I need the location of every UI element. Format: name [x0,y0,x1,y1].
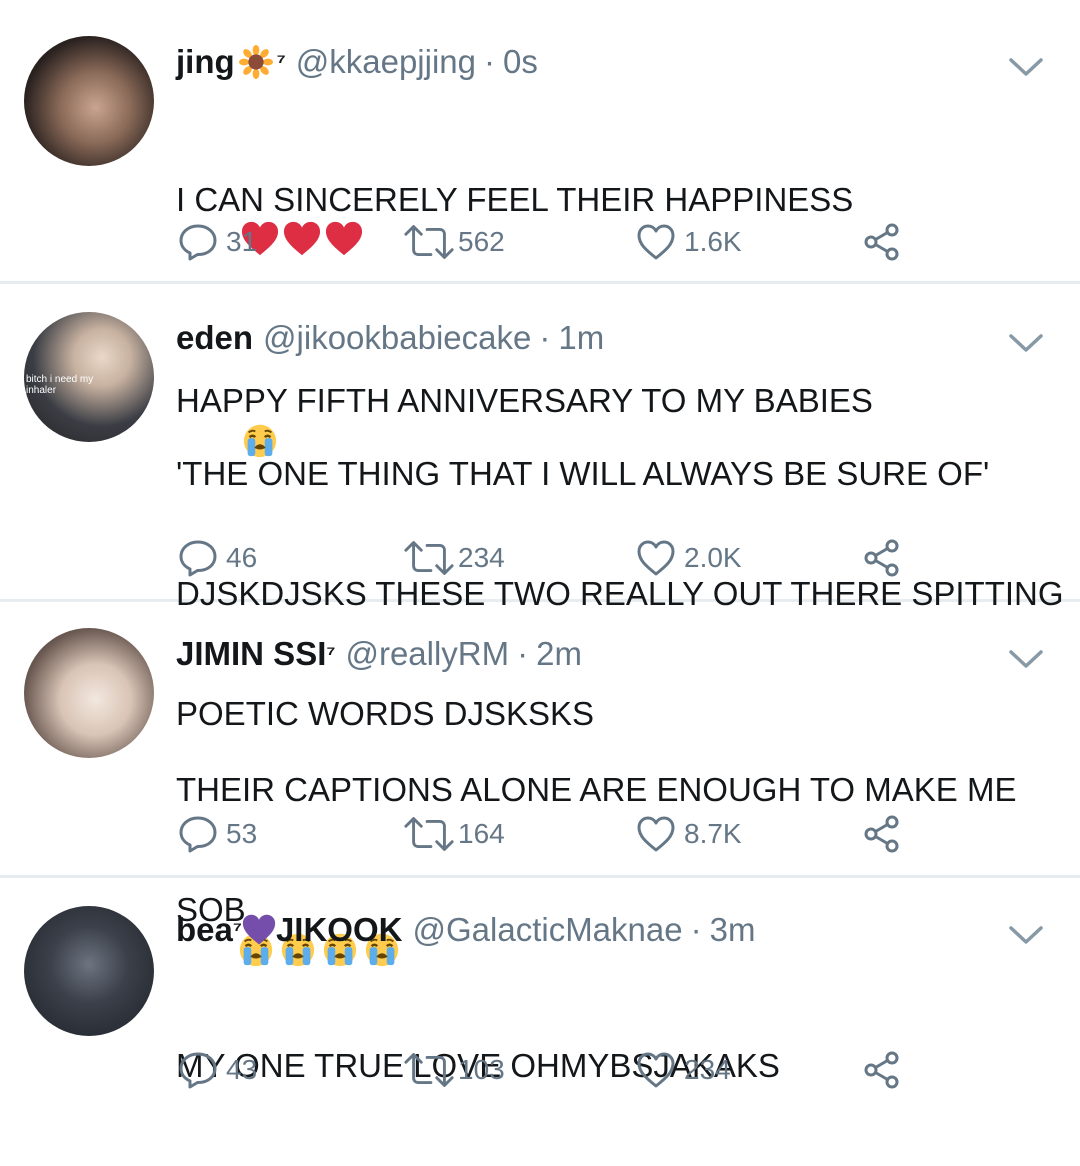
tweet[interactable]: bitch i need my inhaler eden @jikookbabi… [0,284,1080,732]
tweet-line: THEIR CAPTIONS ALONE ARE ENOUGH TO MAKE … [176,771,1017,808]
share-button[interactable] [862,538,902,578]
heart-icon [636,538,676,578]
reply-button[interactable]: 31 [178,222,257,262]
display-name-suffix[interactable]: JIKOOK [276,911,403,949]
like-button[interactable]: 234 [636,1050,731,1090]
separator-dot: · [539,319,551,356]
display-name[interactable]: JIMIN SSI [176,635,326,673]
timestamp[interactable]: 2m [536,635,582,673]
tweet-line: 'THE ONE THING THAT I WILL ALWAYS BE SUR… [176,455,990,492]
retweet-button[interactable]: 103 [402,1050,505,1090]
like-count: 234 [684,1054,731,1085]
handle[interactable]: @GalacticMaknae [412,911,682,949]
retweet-icon [402,1050,456,1090]
display-name[interactable]: eden [176,319,253,357]
avatar[interactable] [24,906,154,1036]
sunflower-emoji [239,45,273,79]
retweet-count: 562 [458,226,505,257]
like-count: 1.6K [684,226,742,257]
reply-icon [178,814,218,854]
share-icon [862,814,902,854]
name-suffix: ⁷ [276,49,286,74]
tweet-header: jing ⁷ @kkaepjjing · 0s [176,42,538,82]
reply-count: 31 [226,226,258,257]
retweet-count: 164 [458,818,505,849]
reply-icon [178,222,218,262]
chevron-down-icon[interactable] [1008,648,1044,670]
reply-count: 43 [226,1054,258,1085]
chevron-down-icon[interactable] [1008,56,1044,78]
avatar[interactable] [24,36,154,166]
separator-dot: · [484,43,495,80]
avatar[interactable]: bitch i need my inhaler [24,312,154,442]
reply-icon [178,538,218,578]
avatar-caption: bitch i need my inhaler [26,374,94,396]
share-icon [862,1050,902,1090]
tweet-header: JIMIN SSI ⁷ @reallyRM · 2m [176,634,582,674]
like-count: 8.7K [684,818,742,849]
avatar[interactable] [24,628,154,758]
retweet-button[interactable]: 562 [402,222,505,262]
red-heart-emoji [325,220,363,258]
chevron-down-icon[interactable] [1008,332,1044,354]
heart-icon [636,814,676,854]
like-button[interactable]: 2.0K [636,538,742,578]
retweet-count: 103 [458,1054,505,1085]
reply-icon [178,1050,218,1090]
handle[interactable]: @jikookbabiecake [263,319,531,357]
reply-count: 53 [226,818,258,849]
name-suffix: ⁷ [232,917,242,942]
retweet-button[interactable]: 164 [402,814,505,854]
purple-heart-emoji [242,913,276,947]
timestamp[interactable]: 1m [558,319,604,357]
like-button[interactable]: 1.6K [636,222,742,262]
reply-button[interactable]: 53 [178,814,257,854]
like-count: 2.0K [684,542,742,573]
separator-dot: · [690,911,702,948]
tweet[interactable]: bea ⁷ JIKOOK @GalacticMaknae · 3m MY ONE… [0,878,1080,1111]
retweet-count: 234 [458,542,505,573]
retweet-button[interactable]: 234 [402,538,505,578]
retweet-icon [402,222,456,262]
share-button[interactable] [862,1050,902,1090]
reply-button[interactable]: 43 [178,1050,257,1090]
tweet[interactable]: JIMIN SSI ⁷ @reallyRM · 2m THEIR CAPTION… [0,602,1080,878]
reply-button[interactable]: 46 [178,538,257,578]
name-suffix: ⁷ [326,641,336,666]
heart-icon [636,1050,676,1090]
separator-dot: · [517,635,529,672]
timestamp[interactable]: 0s [503,43,538,81]
retweet-icon [402,538,456,578]
chevron-down-icon[interactable] [1008,924,1044,946]
tweet-header: bea ⁷ JIKOOK @GalacticMaknae · 3m [176,910,755,950]
share-button[interactable] [862,222,902,262]
share-button[interactable] [862,814,902,854]
heart-icon [636,222,676,262]
handle[interactable]: @kkaepjjing [296,43,476,81]
handle[interactable]: @reallyRM [345,635,509,673]
display-name[interactable]: jing [176,43,235,81]
tweet-line: I CAN SINCERELY FEEL THEIR HAPPINESS [176,180,873,301]
red-heart-emoji [283,220,321,258]
share-icon [862,538,902,578]
timestamp[interactable]: 3m [710,911,756,949]
tweet-header: eden @jikookbabiecake · 1m [176,318,604,358]
share-icon [862,222,902,262]
retweet-icon [402,814,456,854]
like-button[interactable]: 8.7K [636,814,742,854]
tweet[interactable]: jing ⁷ @kkaepjjing · 0s I CAN SINCERELY … [0,0,1080,284]
display-name[interactable]: bea [176,911,233,949]
reply-count: 46 [226,542,258,573]
